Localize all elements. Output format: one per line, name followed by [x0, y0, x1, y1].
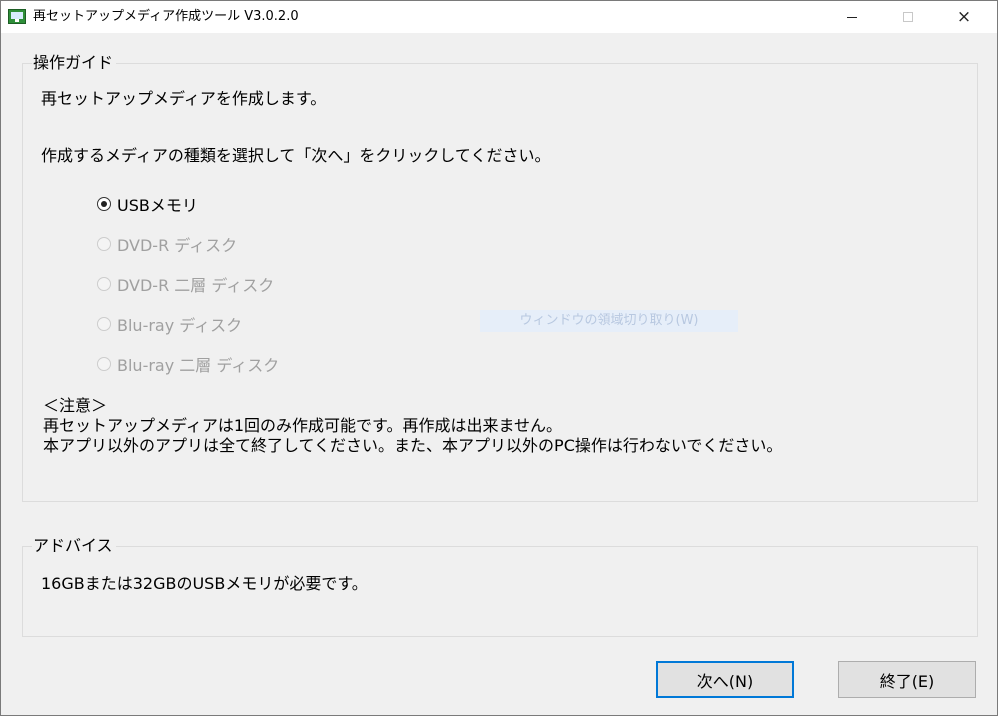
radio-button-dvd-r: [97, 237, 111, 251]
minimize-button[interactable]: [829, 1, 875, 33]
note-line-2: 本アプリ以外のアプリは全て終了してください。また、本アプリ以外のPC操作は行わな…: [43, 436, 783, 455]
radio-blu-ray-dual-layer: Blu-ray 二層 ディスク: [97, 352, 279, 376]
guide-instruction-text: 作成するメディアの種類を選択して「次へ」をクリックしてください。: [41, 146, 551, 165]
exit-button[interactable]: 終了(E): [838, 661, 976, 698]
guide-intro-text: 再セットアップメディアを作成します。: [41, 89, 327, 108]
radio-dvd-r-dual-layer: DVD-R 二層 ディスク: [97, 272, 274, 296]
advice-text: 16GBまたは32GBのUSBメモリが必要です。: [41, 574, 368, 593]
note-line-1: 再セットアップメディアは1回のみ作成可能です。再作成は出来ません。: [43, 416, 562, 435]
radio-button-blu-ray: [97, 317, 111, 331]
radio-button-blu-ray-dual: [97, 357, 111, 371]
next-button[interactable]: 次へ(N): [656, 661, 794, 698]
app-window: 再セットアップメディア作成ツール V3.0.2.0 × 操作ガイド 再セットアッ…: [0, 0, 998, 716]
radio-label-usb: USBメモリ: [117, 196, 198, 215]
radio-label-dvd-r: DVD-R ディスク: [117, 236, 238, 255]
close-icon: ×: [956, 7, 972, 27]
window-title: 再セットアップメディア作成ツール V3.0.2.0: [33, 9, 299, 24]
radio-usb-memory[interactable]: USBメモリ: [97, 192, 198, 216]
advice-legend: アドバイス: [32, 535, 116, 557]
operation-guide-legend: 操作ガイド: [32, 52, 117, 74]
snip-tooltip: ウィンドウの領域切り取り(W): [480, 310, 738, 332]
radio-label-dvd-r-dual: DVD-R 二層 ディスク: [117, 276, 275, 295]
minimize-icon: [847, 16, 857, 18]
close-button[interactable]: ×: [941, 1, 987, 33]
radio-blu-ray: Blu-ray ディスク: [97, 312, 242, 336]
radio-label-blu-ray-dual: Blu-ray 二層 ディスク: [117, 356, 280, 375]
title-bar[interactable]: 再セットアップメディア作成ツール V3.0.2.0 ×: [1, 1, 997, 33]
maximize-button: [885, 1, 931, 33]
radio-label-blu-ray: Blu-ray ディスク: [117, 316, 243, 335]
radio-button-dvd-r-dual: [97, 277, 111, 291]
radio-dvd-r: DVD-R ディスク: [97, 232, 237, 256]
radio-button-usb[interactable]: [97, 197, 111, 211]
note-title: ＜注意＞: [43, 396, 108, 415]
app-icon: [8, 9, 26, 24]
maximize-icon: [903, 12, 913, 22]
